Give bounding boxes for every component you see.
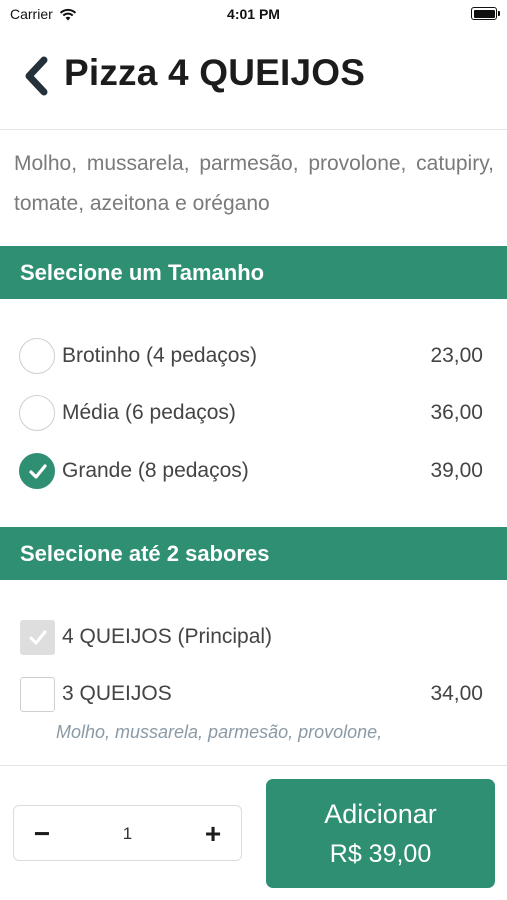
flavor-option-price: 34,00 <box>430 682 483 705</box>
checkbox[interactable] <box>20 676 55 712</box>
nav-header: Pizza 4 QUEIJOS <box>0 30 507 130</box>
flavor-option-3-queijos[interactable]: 3 QUEIJOS 34,00 <box>0 670 507 718</box>
flavor-option-label: 4 QUEIJOS (Principal) <box>62 625 273 648</box>
quantity-value: 1 <box>122 824 133 843</box>
size-option-brotinho[interactable]: Brotinho (4 pedaços) 23,00 <box>0 332 507 380</box>
checkbox-disabled <box>20 619 55 655</box>
size-option-label: Grande (8 pedaços) <box>62 459 249 482</box>
radio-button-selected[interactable] <box>19 453 55 489</box>
flavor-option-4-queijos: 4 QUEIJOS (Principal) <box>0 613 507 661</box>
radio-button[interactable] <box>19 338 55 374</box>
back-button[interactable] <box>18 54 54 98</box>
status-bar: Carrier 4:01 PM <box>0 0 507 30</box>
size-option-grande[interactable]: Grande (8 pedaços) 39,00 <box>0 447 507 495</box>
add-button-price: R$ 39,00 <box>329 840 432 868</box>
radio-button[interactable] <box>19 395 55 431</box>
flavor-option-description: Molho, mussarela, parmesão, provolone, <box>56 722 383 742</box>
size-option-label: Média (6 pedaços) <box>62 401 236 424</box>
checkmark-icon <box>29 464 47 479</box>
flavor-option-label: 3 QUEIJOS <box>62 682 172 705</box>
product-description: Molho, mussarela, parmesão, provolone, c… <box>14 152 494 215</box>
checkmark-icon <box>29 630 47 644</box>
size-section-header: Selecione um Tamanho <box>0 246 507 299</box>
flavor-section-header: Selecione até 2 sabores <box>0 527 507 580</box>
battery-icon <box>471 7 500 20</box>
decrease-quantity-button[interactable]: − <box>14 806 70 862</box>
size-option-label: Brotinho (4 pedaços) <box>62 344 257 367</box>
divider <box>0 765 507 766</box>
size-option-price: 36,00 <box>430 401 483 424</box>
chevron-left-icon <box>25 56 48 96</box>
size-option-price: 23,00 <box>430 344 483 367</box>
increase-quantity-button[interactable]: + <box>185 806 241 862</box>
quantity-stepper: − 1 + <box>13 805 242 861</box>
size-option-price: 39,00 <box>430 459 483 482</box>
add-button-label: Adicionar <box>324 799 437 829</box>
status-time: 4:01 PM <box>227 6 280 22</box>
size-option-media[interactable]: Média (6 pedaços) 36,00 <box>0 389 507 437</box>
page-title: Pizza 4 QUEIJOS <box>64 52 366 93</box>
add-to-cart-button[interactable]: Adicionar R$ 39,00 <box>266 779 495 888</box>
